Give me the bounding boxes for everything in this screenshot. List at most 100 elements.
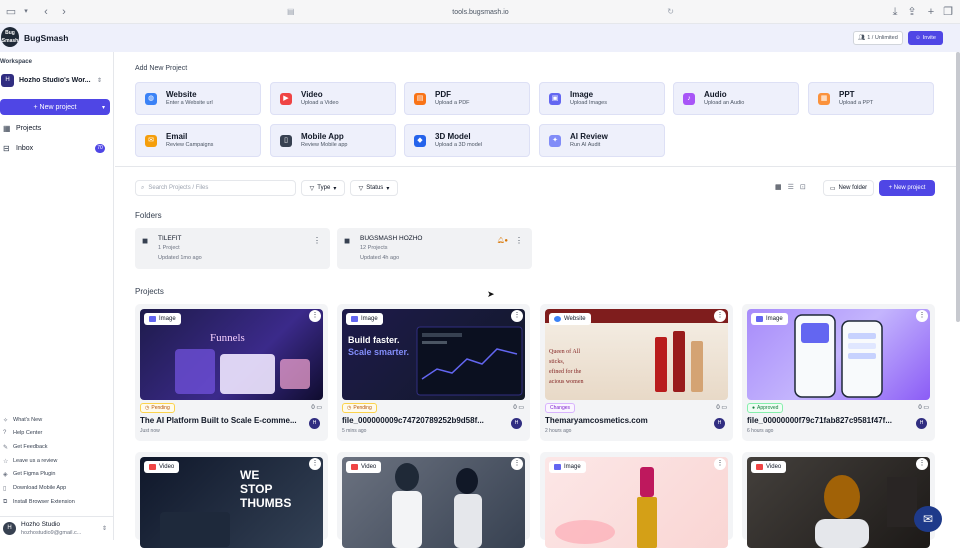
video-icon: ▶ <box>280 92 292 105</box>
chevron-down-icon[interactable]: ▾ <box>102 104 105 111</box>
folder-card[interactable]: ■ TILEFIT 1 Project Updated 1mo ago ⋮ <box>135 228 330 269</box>
workspace-switcher[interactable]: H Hozho Studio's Wor... ⇕ <box>0 71 110 89</box>
sidebar-toggle-icon[interactable]: ▭ <box>5 6 17 18</box>
more-icon[interactable]: ⋮ <box>916 310 928 322</box>
more-icon[interactable]: ⋮ <box>511 310 523 322</box>
project-card[interactable]: Queen of All sticks, efined for the acio… <box>540 304 733 441</box>
add-ai-review-card[interactable]: ✦ AI Review Run AI Audit <box>539 124 665 157</box>
add-website-card[interactable]: ◍ Website Enter a Website url <box>135 82 261 115</box>
workspace-avatar: H <box>1 73 14 87</box>
leave-review-link[interactable]: ☆ Leave us a review <box>3 456 57 466</box>
status-badge: ◷ Pending <box>342 403 377 413</box>
sidebar-new-project-button[interactable]: + New project ▾ <box>0 99 110 115</box>
view-switcher: ▦ ☰ ⊡ <box>775 183 815 194</box>
tabs-overview-icon[interactable]: ❐ <box>942 6 954 18</box>
add-ppt-card[interactable]: ▦ PPT Upload a PPT <box>808 82 934 115</box>
invite-button[interactable]: ☺ Invite <box>908 31 943 45</box>
status-filter[interactable]: ▽ Status ▾ <box>350 180 398 196</box>
card-subtitle: Review Campaigns <box>166 141 214 148</box>
project-card[interactable]: Video ⋮ <box>742 452 935 548</box>
more-icon[interactable]: ⋮ <box>714 310 726 322</box>
svg-text:WE: WE <box>240 468 259 482</box>
get-feedback-link[interactable]: ✎ Get Feedback <box>3 442 48 452</box>
more-icon[interactable]: ⋮ <box>309 458 321 470</box>
user-menu[interactable]: H Hozho Studio hozhostudio9@gmail.c... ⇕ <box>0 516 114 540</box>
sidebar-item-projects[interactable]: ▦ Projects <box>3 120 111 136</box>
card-title: Email <box>166 131 188 141</box>
grid-view-icon[interactable]: ▦ <box>775 183 782 194</box>
type-filter[interactable]: ▽ Type ▾ <box>301 180 345 196</box>
project-card[interactable]: WE STOP THUMBS Video ⋮ <box>135 452 328 548</box>
card-subtitle: Upload an Audio <box>704 99 745 106</box>
page-settings-icon[interactable]: ▤ <box>287 7 295 16</box>
figma-plugin-link[interactable]: ◈ Get Figma Plugin <box>3 469 56 479</box>
more-icon[interactable]: ⋮ <box>511 458 523 470</box>
project-type-tag: Image <box>751 313 788 325</box>
ppt-icon: ▦ <box>818 92 830 105</box>
video-icon <box>149 464 156 470</box>
chat-icon: ✉ <box>922 512 934 526</box>
add-audio-card[interactable]: ♪ Audio Upload an Audio <box>673 82 799 115</box>
address-bar[interactable]: ▤ tools.bugsmash.io ↻ <box>283 4 678 20</box>
project-date: 5 mins ago <box>342 428 367 434</box>
share-icon[interactable]: ⇪ <box>906 6 918 18</box>
comment-icon: ▭ <box>518 405 524 411</box>
back-icon[interactable]: ‹ <box>40 6 52 18</box>
project-card[interactable]: Video ⋮ <box>337 452 530 548</box>
image-icon <box>756 316 763 322</box>
project-card[interactable]: Image ⋮ ● Approved 0 ▭ file_00000000f79c7… <box>742 304 935 441</box>
inbox-count-badge: 70 <box>95 144 105 153</box>
clock-icon: ◷ <box>347 405 352 411</box>
project-card[interactable]: Build faster. Scale smarter. Image ⋮ ◷ Pe… <box>337 304 530 441</box>
more-icon[interactable]: ⋮ <box>309 310 321 322</box>
more-icon[interactable]: ⋮ <box>916 458 928 470</box>
search-input[interactable]: ⌕ Search Projects / Files <box>135 180 296 196</box>
add-email-card[interactable]: ✉ Email Review Campaigns <box>135 124 261 157</box>
sidebar-item-inbox[interactable]: ⊟ Inbox 70 <box>3 140 111 156</box>
whats-new-link[interactable]: ✧ What's New <box>3 415 42 425</box>
email-icon: ✉ <box>145 134 157 147</box>
card-subtitle: Upload a Video <box>301 99 339 106</box>
more-icon[interactable]: ⋮ <box>313 236 321 245</box>
browser-extension-link[interactable]: ⧉ Install Browser Extension <box>3 497 75 507</box>
comment-count: 0 ▭ <box>918 405 929 411</box>
board-view-icon[interactable]: ⊡ <box>800 183 806 194</box>
help-icon: ? <box>3 430 7 436</box>
folder-updated: Updated 1mo ago <box>158 255 202 261</box>
download-icon[interactable]: ⤓ <box>889 6 901 18</box>
add-pdf-card[interactable]: ▤ PDF Upload a PDF <box>404 82 530 115</box>
comment-count: 0 ▭ <box>513 405 524 411</box>
new-project-button[interactable]: + New project <box>879 180 935 196</box>
forward-icon[interactable]: › <box>58 6 70 18</box>
chevron-down-icon[interactable]: ▾ <box>20 6 32 18</box>
svg-text:sticks,: sticks, <box>549 359 565 365</box>
help-center-link[interactable]: ? Help Center <box>3 428 42 438</box>
new-tab-icon[interactable]: + <box>925 6 937 18</box>
add-image-card[interactable]: ▣ Image Upload Images <box>539 82 665 115</box>
chat-support-button[interactable]: ✉ <box>914 506 942 532</box>
new-folder-button[interactable]: ▭ New folder <box>823 180 874 196</box>
add-3d-model-card[interactable]: ◆ 3D Model Upload a 3D model <box>404 124 530 157</box>
project-date: 2 hours ago <box>545 428 572 434</box>
filter-icon: ▽ <box>358 185 364 192</box>
reload-icon[interactable]: ↻ <box>667 7 674 16</box>
card-title: Video <box>301 89 323 99</box>
project-date: Just now <box>140 428 160 434</box>
globe-icon <box>554 316 561 322</box>
svg-text:Funnels: Funnels <box>210 332 245 344</box>
project-card[interactable]: Funnels Image ⋮ ◷ Pending 0 ▭ The AI Plat… <box>135 304 328 441</box>
project-card[interactable]: Image ⋮ <box>540 452 733 548</box>
list-view-icon[interactable]: ☰ <box>788 183 794 194</box>
card-title: AI Review <box>570 131 608 141</box>
folder-card[interactable]: ■ BUGSMASH HOZHO 12 Projects Updated 4h … <box>337 228 532 269</box>
plan-indicator[interactable]: 👥︎ 1 / Unlimited <box>853 31 903 45</box>
add-video-card[interactable]: ▶ Video Upload a Video <box>270 82 396 115</box>
more-icon[interactable]: ⋮ <box>515 236 523 245</box>
scrollbar-thumb[interactable] <box>956 52 960 322</box>
clock-icon: ◷ <box>145 405 150 411</box>
image-icon <box>554 464 561 470</box>
add-mobile-app-card[interactable]: ▯ Mobile App Review Mobile app <box>270 124 396 157</box>
mobile-app-link[interactable]: ▯ Download Mobile App <box>3 483 66 493</box>
folder-count: 1 Project <box>158 245 180 251</box>
more-icon[interactable]: ⋮ <box>714 458 726 470</box>
